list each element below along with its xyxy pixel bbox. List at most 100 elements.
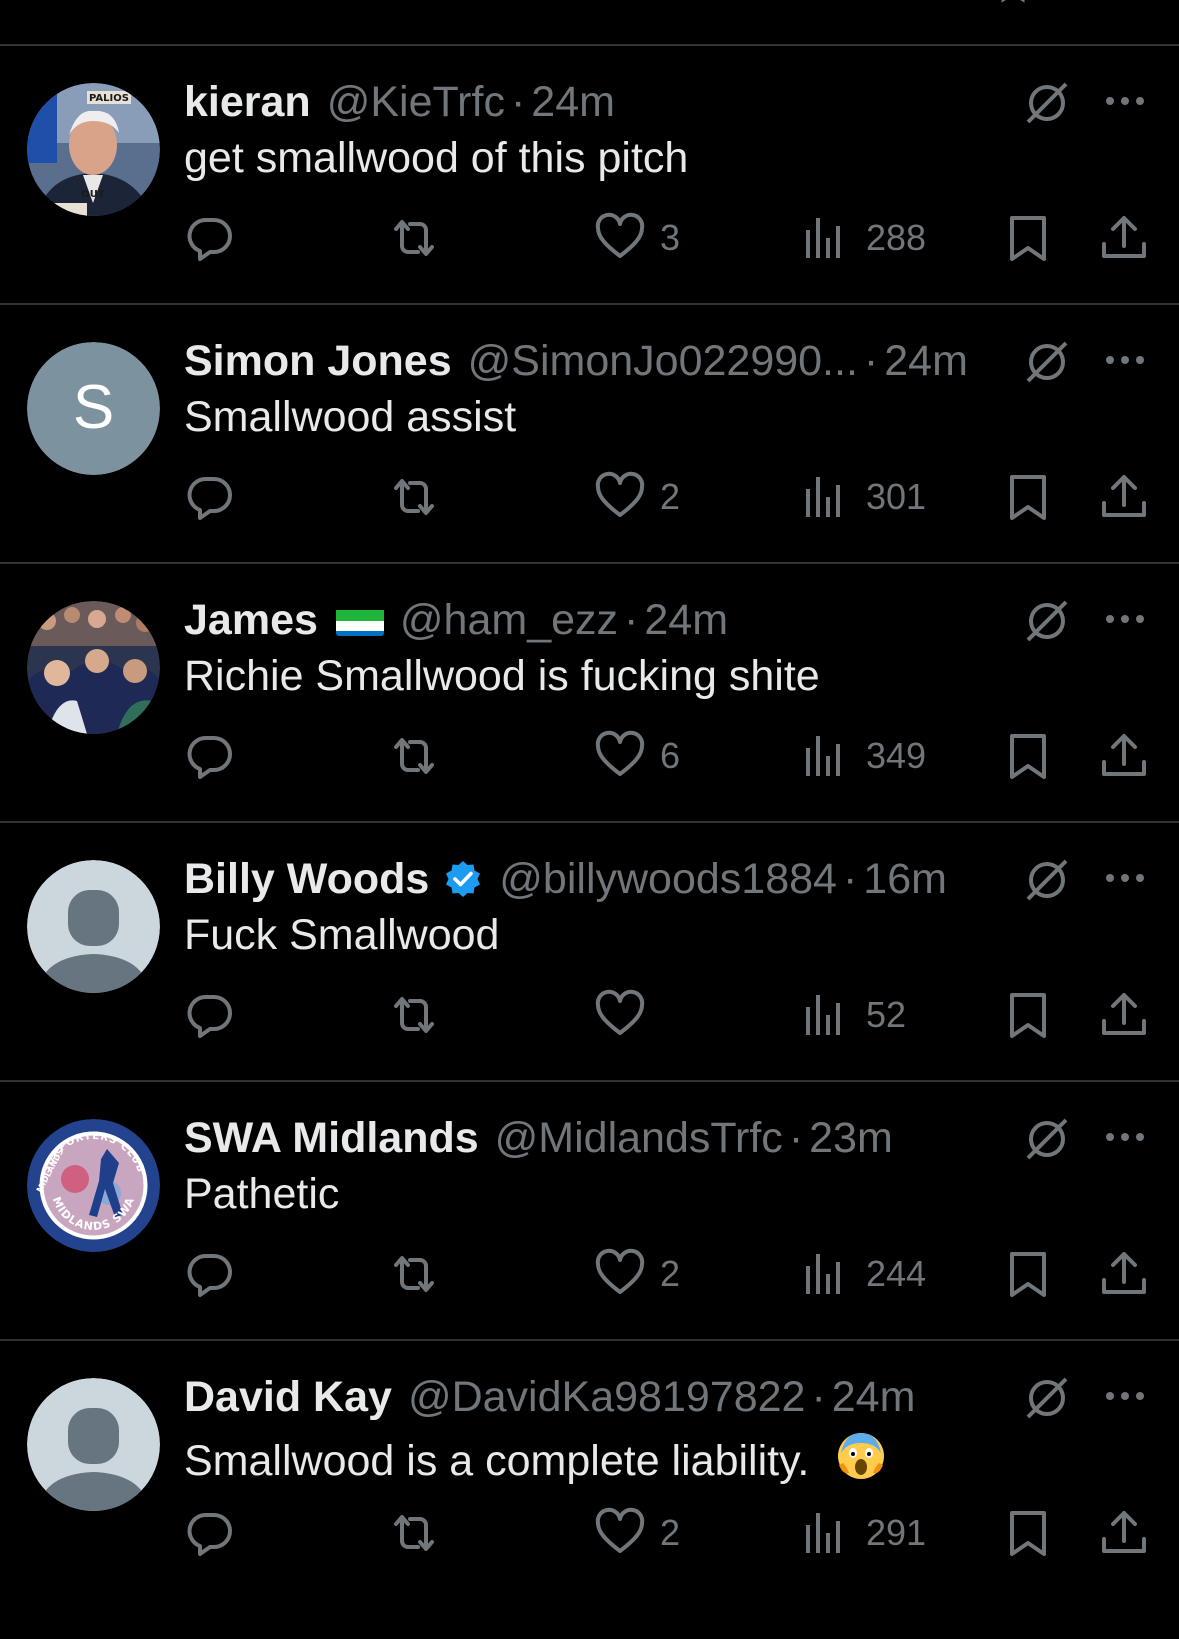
display-name[interactable]: Billy Woods [184, 855, 429, 904]
like-count: 3 [660, 217, 681, 258]
views-button[interactable]: 244 [800, 1244, 926, 1304]
like-button[interactable]: 3 [594, 208, 680, 268]
retweet-button[interactable] [388, 208, 440, 268]
display-name[interactable]: SWA Midlands [184, 1114, 479, 1163]
reply-button[interactable] [184, 726, 236, 786]
bookmark-button[interactable] [1002, 467, 1054, 527]
more-icon[interactable] [1102, 86, 1148, 116]
more-icon[interactable] [1102, 1381, 1148, 1411]
grok-icon[interactable] [1022, 596, 1072, 646]
reply-button[interactable] [184, 1244, 236, 1304]
grok-icon[interactable] [1022, 337, 1072, 387]
like-button[interactable] [594, 985, 660, 1045]
share-button[interactable] [1098, 985, 1150, 1045]
more-icon[interactable] [1102, 345, 1148, 375]
tweet[interactable]: SUPPORTERS CLUB MIDLANDS SWA MIDLANDS SW… [0, 1082, 1179, 1341]
like-button[interactable]: 2 [594, 1503, 680, 1563]
bookmark-icon [1010, 216, 1046, 261]
retweet-button[interactable] [388, 726, 440, 786]
tweet[interactable]: PALIOS OUT kieran @KieTrfc · 24m get sma… [0, 46, 1179, 305]
share-button[interactable] [1098, 1503, 1150, 1563]
grok-icon[interactable] [1022, 1114, 1072, 1164]
retweet-icon [394, 1515, 434, 1551]
share-icon [1102, 993, 1146, 1035]
views-button[interactable]: 288 [800, 208, 926, 268]
bookmark-button[interactable] [1002, 208, 1054, 268]
retweet-button[interactable] [388, 1244, 440, 1304]
user-handle[interactable]: @ham_ezz [400, 596, 618, 645]
tweet[interactable]: Billy Woods @billywoods1884 · 16m Fuck S… [0, 823, 1179, 1082]
retweet-button[interactable] [388, 1503, 440, 1563]
action-bar: 52 [0, 985, 1179, 1045]
share-icon [1102, 216, 1146, 258]
share-button[interactable] [1098, 1244, 1150, 1304]
user-handle[interactable]: @SimonJo022990... [468, 337, 858, 386]
tweet-text: Fuck Smallwood [184, 911, 500, 959]
bookmark-button[interactable] [1002, 1244, 1054, 1304]
heart-icon [595, 730, 645, 776]
share-button[interactable] [1098, 467, 1150, 527]
tweet-header: SWA Midlands @MidlandsTrfc · 23m [184, 1112, 893, 1164]
avatar[interactable]: S [27, 342, 160, 475]
timestamp[interactable]: 24m [531, 78, 615, 127]
avatar[interactable]: PALIOS OUT [27, 83, 160, 216]
avatar[interactable] [27, 860, 160, 993]
bookmark-button[interactable] [1002, 985, 1054, 1045]
tweet-text: Smallwood assist [184, 393, 517, 441]
timestamp[interactable]: 24m [884, 337, 968, 386]
tweet[interactable]: James @ham_ezz · 24m Richie Smallwood is… [0, 564, 1179, 823]
user-handle[interactable]: @KieTrfc [327, 78, 505, 127]
reply-button[interactable] [184, 467, 236, 527]
like-button[interactable]: 2 [594, 1244, 680, 1304]
like-button[interactable]: 6 [594, 726, 680, 786]
grok-icon[interactable] [1022, 78, 1072, 128]
share-button[interactable] [1098, 726, 1150, 786]
views-button[interactable]: 301 [800, 467, 926, 527]
display-name[interactable]: David Kay [184, 1373, 392, 1422]
bookmark-icon [1010, 475, 1046, 520]
like-count: 2 [660, 1512, 681, 1553]
avatar[interactable] [27, 1378, 160, 1511]
tweet-header: James @ham_ezz · 24m [184, 594, 728, 646]
views-button[interactable]: 52 [800, 985, 906, 1045]
reply-button[interactable] [184, 1503, 236, 1563]
avatar[interactable] [27, 601, 160, 734]
views-icon [806, 1254, 840, 1294]
more-icon[interactable] [1102, 604, 1148, 634]
timestamp[interactable]: 16m [863, 855, 947, 904]
display-name[interactable]: Simon Jones [184, 337, 452, 386]
grok-icon[interactable] [1022, 1373, 1072, 1423]
bookmark-button[interactable] [1002, 1503, 1054, 1563]
views-button[interactable]: 349 [800, 726, 926, 786]
avatar[interactable]: SUPPORTERS CLUB MIDLANDS SWA MIDLANDS [27, 1119, 160, 1252]
timestamp[interactable]: 23m [809, 1114, 893, 1163]
retweet-icon [394, 1256, 434, 1292]
action-bar: 2 301 [0, 467, 1179, 527]
views-button[interactable]: 291 [800, 1503, 926, 1563]
tweet-text: Richie Smallwood is fucking shite [184, 652, 820, 700]
retweet-button[interactable] [388, 985, 440, 1045]
user-handle[interactable]: @MidlandsTrfc [495, 1114, 783, 1163]
timestamp[interactable]: 24m [644, 596, 728, 645]
display-name[interactable]: James [184, 596, 318, 645]
display-name[interactable]: kieran [184, 78, 311, 127]
retweet-button[interactable] [388, 467, 440, 527]
more-icon[interactable] [1102, 1122, 1148, 1152]
retweet-icon [394, 997, 434, 1033]
like-count: 2 [660, 476, 681, 517]
share-icon [1102, 734, 1146, 776]
tweet[interactable]: David Kay @DavidKa98197822 · 24m Smallwo… [0, 1341, 1179, 1631]
retweet-icon [394, 738, 434, 774]
like-count: 2 [660, 1253, 681, 1294]
like-button[interactable]: 2 [594, 467, 680, 527]
share-button[interactable] [1098, 208, 1150, 268]
user-handle[interactable]: @DavidKa98197822 [408, 1373, 806, 1422]
user-handle[interactable]: @billywoods1884 [499, 855, 837, 904]
bookmark-button[interactable] [1002, 726, 1054, 786]
reply-button[interactable] [184, 208, 236, 268]
reply-button[interactable] [184, 985, 236, 1045]
timestamp[interactable]: 24m [832, 1373, 916, 1422]
grok-icon[interactable] [1022, 855, 1072, 905]
more-icon[interactable] [1102, 863, 1148, 893]
tweet[interactable]: S Simon Jones @SimonJo022990... · 24m Sm… [0, 305, 1179, 564]
